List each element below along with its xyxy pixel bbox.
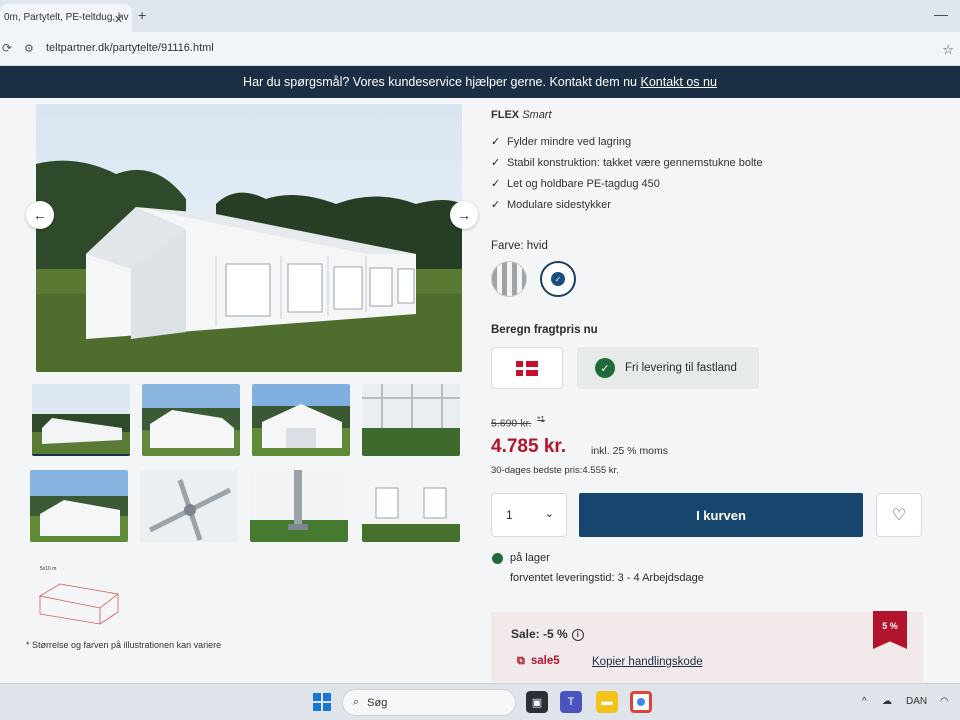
browser-tab-bar: 0m, Partytelt, PE-teltdug, hv ✕ + — (0, 0, 960, 32)
lead-time: forventet leveringstid: 3 - 4 Arbejdsdag… (510, 572, 704, 584)
search-label: Søg (367, 696, 388, 709)
taskbar-search[interactable]: ⌕ Søg (342, 689, 516, 716)
teams-icon[interactable]: T (560, 691, 582, 713)
feature-item: ✓ Let og holdbare PE-tagdug 450 (491, 173, 763, 194)
gallery-thumbnail[interactable] (250, 470, 348, 542)
chrome-icon[interactable] (630, 691, 652, 713)
windows-start-icon[interactable] (313, 693, 331, 711)
check-icon: ✓ (491, 136, 501, 148)
feature-item: ✓ Stabil konstruktion: takket være gennem… (491, 152, 763, 173)
delivery-text: Fri levering til fastland (625, 362, 737, 374)
gallery-thumbnail[interactable] (362, 470, 460, 542)
check-icon: ✓ (491, 199, 501, 211)
old-price-value: 5.690 kr. (491, 417, 532, 430)
new-tab-button[interactable]: + (138, 7, 146, 23)
color-swatch-white[interactable]: ✓ (540, 261, 576, 297)
tab-close-icon[interactable]: ✕ (114, 13, 123, 26)
heart-icon: ♡ (891, 507, 907, 524)
color-label: Farve: hvid (491, 240, 548, 252)
old-price: 5.690 kr. *1 (491, 415, 545, 430)
contact-link[interactable]: Kontakt os nu (640, 75, 716, 89)
dimension-diagram[interactable]: 5x10 m (30, 566, 128, 632)
quantity-value: 1 (506, 508, 513, 522)
site-info-icon[interactable]: ⚙ (24, 42, 34, 55)
wishlist-button[interactable]: ♡ (876, 493, 922, 537)
file-explorer-icon[interactable]: ▬ (596, 691, 618, 713)
feature-text: Stabil konstruktion: takket være gennems… (507, 156, 763, 169)
brand-name: FLEX (491, 109, 520, 121)
feature-text: Fylder mindre ved lagring (507, 135, 632, 148)
stock-indicator (492, 553, 503, 564)
feature-text: Let og holdbare PE-tagdug 450 (507, 177, 660, 190)
current-price: 4.785 kr. (491, 436, 567, 457)
gallery-thumbnail[interactable] (140, 470, 238, 542)
minimize-icon[interactable]: — (934, 6, 948, 22)
sale-code-text: sale5 (530, 655, 560, 667)
freight-title: Beregn fragtpris nu (491, 324, 598, 336)
language-indicator[interactable]: DAN (906, 696, 927, 707)
gallery-thumbnail[interactable] (30, 470, 128, 542)
quantity-select[interactable]: 1 ⌄ (491, 493, 567, 537)
arrow-left-icon: ← (33, 207, 47, 223)
arrow-right-icon: → (457, 207, 471, 223)
sale-label: Sale: -5 % i (511, 627, 584, 641)
gallery-next-button[interactable]: → (450, 201, 478, 229)
country-select[interactable] (491, 347, 563, 389)
add-to-cart-button[interactable]: I kurven (579, 493, 863, 537)
sale-panel: Sale: -5 % i ⧉ sale5 Kopier handlingskode (491, 612, 923, 682)
browser-tab[interactable]: 0m, Partytelt, PE-teltdug, hv ✕ (0, 4, 132, 32)
gallery-thumbnail[interactable] (252, 384, 350, 456)
check-icon: ✓ (491, 178, 501, 190)
feature-item: ✓ Modulare sidestykker (491, 194, 763, 215)
stock-status: på lager (510, 552, 550, 564)
check-icon: ✓ (491, 157, 501, 169)
info-icon[interactable]: i (571, 629, 584, 641)
main-product-image[interactable] (36, 104, 462, 372)
taskbar: ⌕ Søg ▣ T ▬ ^ ☁ DAN ◠ (0, 683, 960, 720)
product-brand: FLEX Smart (491, 109, 552, 121)
network-icon[interactable]: ☁ (882, 696, 892, 707)
gallery-thumbnail[interactable] (142, 384, 240, 456)
feature-item: ✓ Fylder mindre ved lagring (491, 131, 763, 152)
copy-icon: ⧉ (517, 654, 525, 667)
gallery-prev-button[interactable]: ← (26, 201, 54, 229)
feature-text: Modulare sidestykker (507, 198, 611, 211)
tab-title: 0m, Partytelt, PE-teltdug, hv (4, 12, 129, 23)
check-circle-icon: ✓ (595, 358, 615, 378)
denmark-flag-icon (516, 360, 538, 376)
tray-chevron-icon[interactable]: ^ (862, 696, 867, 707)
selected-check-icon: ✓ (551, 272, 565, 286)
feature-list: ✓ Fylder mindre ved lagring ✓ Stabil konst… (491, 131, 763, 215)
best-price-note: 30-dages bedste pris:4.555 kr. (491, 465, 619, 476)
sale-label-text: Sale: -5 % (511, 627, 568, 641)
search-icon: ⌕ (353, 696, 360, 708)
delivery-info: ✓ Fri levering til fastland (577, 347, 759, 389)
chevron-down-icon: ⌄ (544, 508, 554, 520)
address-bar: ⟳ ⚙ teltpartner.dk/partytelte/91116.html… (0, 32, 960, 66)
illustration-note: * Størrelse og farven på illustrationen … (26, 640, 222, 650)
url-field[interactable]: teltpartner.dk/partytelte/91116.html (46, 42, 214, 54)
reload-icon[interactable]: ⟳ (2, 41, 12, 55)
wifi-icon[interactable]: ◠ (940, 696, 949, 707)
copy-code-link[interactable]: Kopier handlingskode (592, 656, 703, 668)
gallery-thumbnail[interactable] (32, 384, 130, 456)
gallery-thumbnail[interactable] (362, 384, 460, 456)
sale-code[interactable]: ⧉ sale5 (511, 650, 566, 672)
bookmark-star-icon[interactable]: ☆ (942, 42, 954, 58)
task-view-icon[interactable]: ▣ (526, 691, 548, 713)
support-banner: Har du spørgsmål? Vores kundeservice hjæ… (0, 66, 960, 98)
color-swatch-striped[interactable] (491, 261, 527, 297)
vat-note: inkl. 25 % moms (591, 445, 669, 457)
old-price-note: *1 (537, 415, 545, 424)
banner-text: Har du spørgsmål? Vores kundeservice hjæ… (243, 75, 637, 89)
brand-line: Smart (522, 109, 552, 121)
